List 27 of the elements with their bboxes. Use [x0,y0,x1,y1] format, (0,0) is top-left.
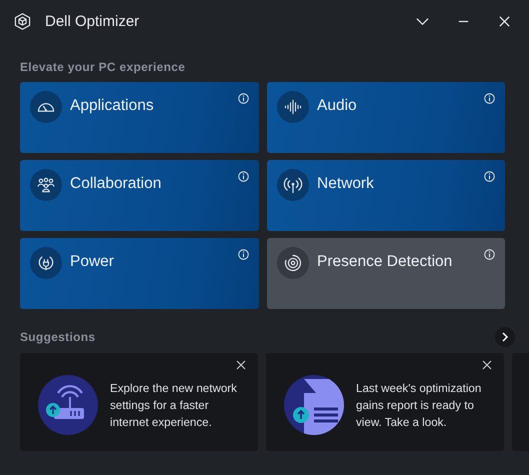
info-icon[interactable] [238,249,249,260]
info-icon[interactable] [238,171,249,182]
info-icon[interactable] [484,93,495,104]
feature-tile[interactable]: Power [20,238,259,309]
feature-tile[interactable]: Collaboration [20,160,259,231]
chevron-right-icon[interactable] [500,332,510,342]
feature-tile[interactable]: Audio [267,82,505,153]
antenna-icon [283,175,303,195]
dismiss-button[interactable] [482,360,492,370]
sound-wave-icon [283,97,303,117]
next-button[interactable] [495,327,515,347]
feature-tile[interactable]: Applications [20,82,259,153]
window-title: Dell Optimizer [45,12,140,30]
section-title: Suggestions [20,330,96,344]
cube-logo-icon [14,12,31,30]
section-title: Elevate your PC experience [20,60,186,74]
suggestion-text: Last week's optimization gains report is ready to view. Take a look. [356,380,482,430]
people-icon [36,175,56,195]
dismiss-button[interactable] [236,360,246,370]
feature-tile[interactable]: Network [267,160,505,231]
suggestion-text: Explore the new network settings for a faster internet experience. [110,380,238,430]
info-icon[interactable] [238,93,249,104]
router-illustration-icon [38,375,98,435]
info-icon[interactable] [484,171,495,182]
report-illustration-icon [284,375,344,435]
close-icon[interactable] [498,14,511,28]
target-icon [283,253,303,273]
